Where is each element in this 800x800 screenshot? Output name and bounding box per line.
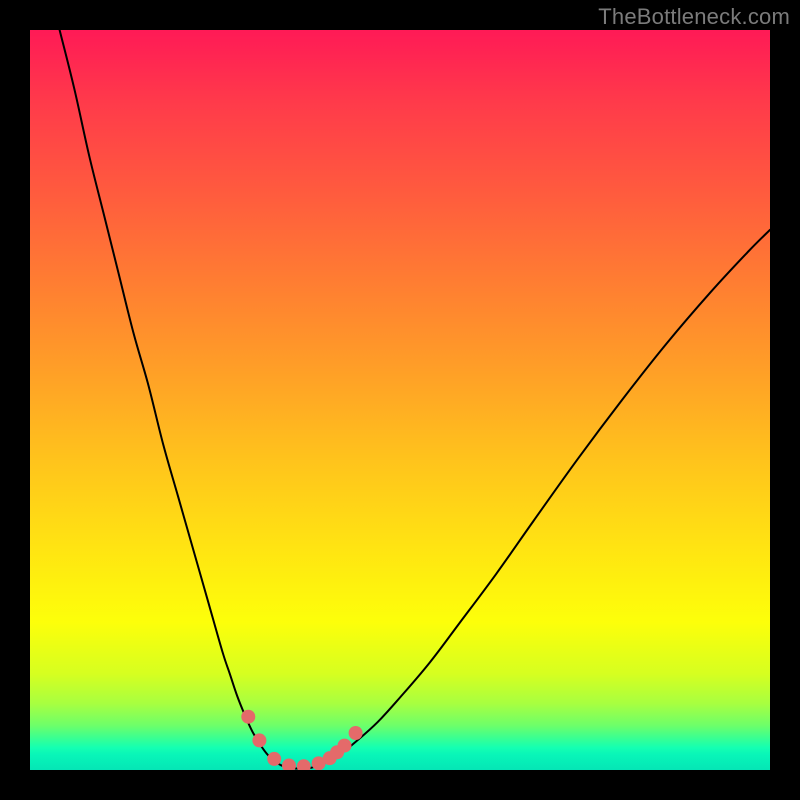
marker-group: [241, 710, 362, 770]
data-marker: [282, 759, 296, 770]
data-marker: [267, 752, 281, 766]
data-marker: [338, 739, 352, 753]
plot-area: [30, 30, 770, 770]
curve-left: [60, 30, 282, 766]
data-marker: [297, 759, 311, 770]
chart-svg: [30, 30, 770, 770]
data-marker: [349, 726, 363, 740]
curve-right: [326, 230, 770, 763]
watermark-text: TheBottleneck.com: [598, 4, 790, 30]
chart-frame: TheBottleneck.com: [0, 0, 800, 800]
data-marker: [241, 710, 255, 724]
data-marker: [252, 733, 266, 747]
